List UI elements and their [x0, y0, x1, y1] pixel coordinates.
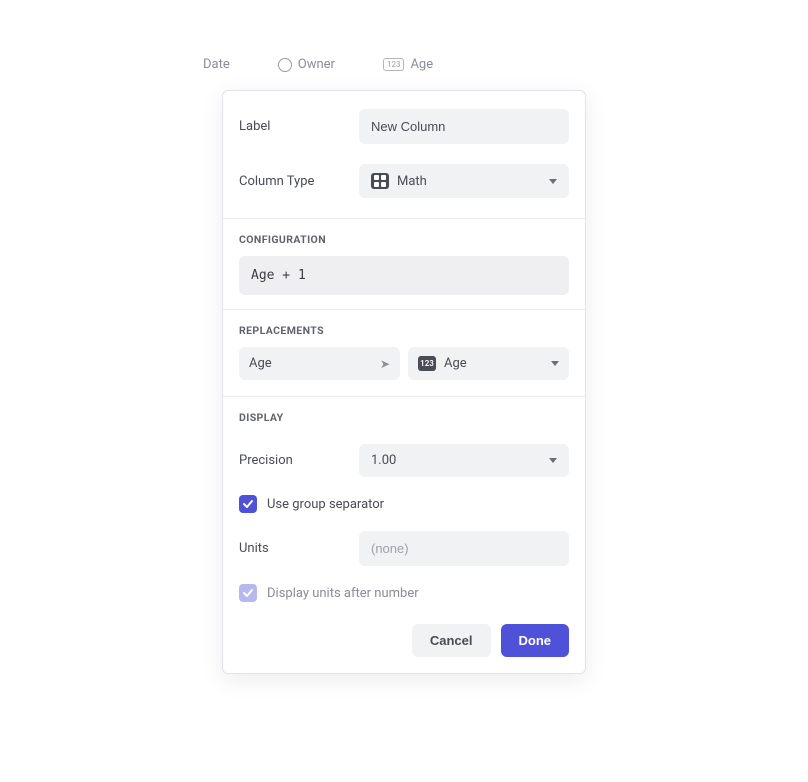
- chevron-down-icon: [549, 458, 557, 463]
- cancel-button[interactable]: Cancel: [412, 624, 491, 657]
- group-separator-checkbox[interactable]: [239, 495, 257, 513]
- replacements-header: REPLACEMENTS: [223, 310, 585, 347]
- column-type-select[interactable]: Math: [359, 164, 569, 198]
- replacement-target-select[interactable]: 123 Age: [408, 347, 569, 380]
- column-type-row: Column Type Math: [223, 154, 585, 208]
- arrow-right-icon: ➤: [380, 357, 390, 371]
- units-row: Units: [223, 521, 585, 576]
- age-label: Age: [410, 57, 433, 72]
- number-icon: 123: [383, 58, 405, 71]
- replacement-source-label: Age: [249, 356, 272, 371]
- label-field-row: Label: [223, 91, 585, 154]
- table-header-age: 123 Age: [383, 57, 433, 72]
- replacements-row: Age ➤ 123 Age: [239, 347, 569, 380]
- table-header-row: Date Owner 123 Age: [203, 57, 605, 72]
- precision-row: Precision 1.00: [223, 434, 585, 487]
- replacement-source: Age ➤: [239, 347, 400, 380]
- display-header: DISPLAY: [223, 397, 585, 434]
- done-button[interactable]: Done: [501, 624, 570, 657]
- owner-icon: [278, 58, 292, 72]
- number-type-icon: 123: [418, 356, 436, 371]
- table-header-date: Date: [203, 57, 230, 72]
- display-units-after-checkbox[interactable]: [239, 584, 257, 602]
- group-separator-row: Use group separator: [223, 487, 585, 521]
- units-label: Units: [239, 541, 359, 556]
- date-label: Date: [203, 57, 230, 72]
- precision-label: Precision: [239, 453, 359, 468]
- label-input[interactable]: [359, 109, 569, 144]
- chevron-down-icon: [551, 361, 559, 366]
- chevron-down-icon: [549, 179, 557, 184]
- column-type-label: Column Type: [239, 174, 359, 189]
- label-field-label: Label: [239, 119, 359, 134]
- table-header-owner: Owner: [278, 57, 335, 72]
- owner-label: Owner: [298, 57, 335, 72]
- math-icon: [371, 173, 389, 189]
- footer: Cancel Done: [223, 610, 585, 673]
- precision-select[interactable]: 1.00: [359, 444, 569, 477]
- column-config-popover: Date Owner 123 Age Label Column Type: [222, 90, 586, 674]
- display-units-after-row: Display units after number: [223, 576, 585, 610]
- expression-input[interactable]: Age + 1: [239, 256, 569, 295]
- column-type-value: Math: [397, 174, 427, 189]
- replacement-target-label: Age: [444, 356, 467, 371]
- units-input[interactable]: [359, 531, 569, 566]
- display-units-after-label: Display units after number: [267, 586, 419, 601]
- configuration-header: CONFIGURATION: [223, 219, 585, 256]
- group-separator-label: Use group separator: [267, 497, 384, 512]
- precision-value: 1.00: [371, 453, 396, 468]
